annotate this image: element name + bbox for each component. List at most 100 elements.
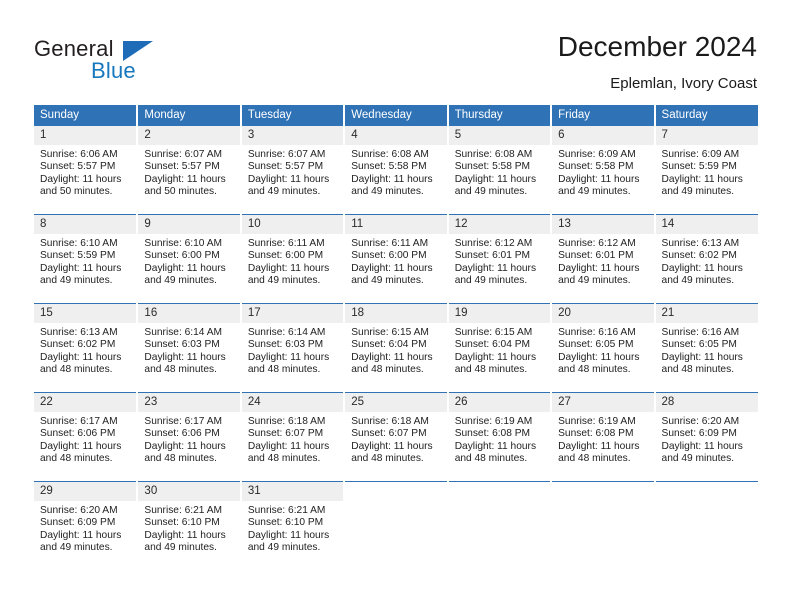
calendar-day-cell[interactable]: 25 Sunrise: 6:18 AM Sunset: 6:07 PM Dayligh…	[344, 392, 449, 482]
sunrise-text: Sunrise: 6:07 AM	[144, 149, 223, 160]
calendar-day-cell[interactable]: 1 Sunrise: 6:06 AM Sunset: 5:57 PM Daylight…	[34, 125, 139, 215]
calendar-week-row: 8 Sunrise: 6:10 AM Sunset: 5:59 PM Daylight…	[34, 214, 758, 304]
daylight-text-line2: and 48 minutes.	[144, 453, 217, 465]
sunset-text: Sunset: 6:06 PM	[144, 428, 220, 440]
calendar-day-cell[interactable]: 27 Sunrise: 6:19 AM Sunset: 6:08 PM Dayligh…	[551, 392, 656, 482]
daylight-text-line1: Daylight: 11 hours	[144, 173, 226, 185]
calendar-empty-cell	[447, 481, 553, 570]
day-details: Sunrise: 6:18 AM Sunset: 6:07 PM Daylight:…	[242, 412, 343, 466]
sunset-text: Sunset: 6:00 PM	[351, 250, 427, 262]
day-number: 4	[345, 126, 447, 145]
sunrise-text: Sunrise: 6:20 AM	[661, 416, 740, 427]
sunset-text: Sunset: 6:00 PM	[144, 250, 220, 262]
calendar-day-cell[interactable]: 6 Sunrise: 6:09 AM Sunset: 5:58 PM Daylight…	[551, 125, 656, 215]
sunrise-text: Sunrise: 6:14 AM	[247, 327, 326, 338]
daylight-text-line2: and 49 minutes.	[247, 186, 321, 198]
day-details: Sunrise: 6:07 AM Sunset: 5:57 PM Daylight:…	[242, 145, 343, 199]
daylight-text-line1: Daylight: 11 hours	[144, 529, 226, 541]
day-cell-inner: 15 Sunrise: 6:13 AM Sunset: 6:02 PM Dayligh…	[34, 304, 137, 392]
calendar-day-cell[interactable]: 23 Sunrise: 6:17 AM Sunset: 6:06 PM Dayligh…	[137, 392, 242, 482]
calendar-day-cell[interactable]: 19 Sunrise: 6:15 AM Sunset: 6:04 PM Dayligh…	[447, 303, 553, 393]
calendar-day-cell[interactable]: 16 Sunrise: 6:14 AM Sunset: 6:03 PM Dayligh…	[137, 303, 242, 393]
calendar-day-cell[interactable]: 29 Sunrise: 6:20 AM Sunset: 6:09 PM Dayligh…	[34, 481, 139, 570]
calendar-day-cell[interactable]: 17 Sunrise: 6:14 AM Sunset: 6:03 PM Dayligh…	[240, 303, 346, 393]
sunrise-text: Sunrise: 6:16 AM	[661, 327, 740, 338]
daylight-text-line1: Daylight: 11 hours	[247, 529, 330, 541]
calendar-day-cell[interactable]: 22 Sunrise: 6:17 AM Sunset: 6:06 PM Dayligh…	[34, 392, 139, 482]
daylight-text-line1: Daylight: 11 hours	[558, 351, 640, 363]
sunset-text: Sunset: 5:58 PM	[558, 161, 634, 173]
calendar-day-cell[interactable]: 9 Sunrise: 6:10 AM Sunset: 6:00 PM Daylight…	[137, 214, 242, 304]
day-details: Sunrise: 6:09 AM Sunset: 5:58 PM Daylight:…	[552, 145, 653, 199]
daylight-text-line1: Daylight: 11 hours	[661, 173, 743, 185]
daylight-text-line1: Daylight: 11 hours	[247, 262, 330, 274]
calendar-day-cell[interactable]: 20 Sunrise: 6:16 AM Sunset: 6:05 PM Dayligh…	[551, 303, 656, 393]
day-number: 15	[34, 304, 137, 323]
calendar-day-cell[interactable]: 14 Sunrise: 6:13 AM Sunset: 6:02 PM Dayligh…	[654, 214, 758, 304]
daylight-text-line2: and 49 minutes.	[661, 453, 735, 465]
daylight-text-line2: and 48 minutes.	[247, 453, 321, 465]
calendar-day-cell[interactable]: 8 Sunrise: 6:10 AM Sunset: 5:59 PM Daylight…	[34, 214, 139, 304]
sunset-text: Sunset: 5:58 PM	[351, 161, 427, 173]
daylight-text-line1: Daylight: 11 hours	[144, 440, 226, 452]
calendar-week-row: 1 Sunrise: 6:06 AM Sunset: 5:57 PM Daylight…	[34, 125, 758, 215]
calendar-day-cell[interactable]: 3 Sunrise: 6:07 AM Sunset: 5:57 PM Daylight…	[240, 125, 346, 215]
daylight-text-line1: Daylight: 11 hours	[351, 173, 433, 185]
day-details: Sunrise: 6:17 AM Sunset: 6:06 PM Daylight:…	[34, 412, 136, 466]
calendar-day-cell[interactable]: 13 Sunrise: 6:12 AM Sunset: 6:01 PM Dayligh…	[551, 214, 656, 304]
daylight-text-line2: and 48 minutes.	[661, 364, 735, 376]
weekday-header-wednesday: Wednesday	[344, 105, 449, 126]
daylight-text-line2: and 49 minutes.	[454, 275, 528, 287]
day-details: Sunrise: 6:06 AM Sunset: 5:57 PM Daylight:…	[34, 145, 136, 199]
daylight-text-line2: and 49 minutes.	[247, 542, 321, 554]
day-details: Sunrise: 6:14 AM Sunset: 6:03 PM Daylight:…	[242, 323, 343, 377]
daylight-text-line1: Daylight: 11 hours	[40, 262, 122, 274]
daylight-text-line2: and 49 minutes.	[40, 542, 113, 554]
calendar-week-row: 29 Sunrise: 6:20 AM Sunset: 6:09 PM Dayligh…	[34, 481, 758, 570]
sunset-text: Sunset: 6:02 PM	[661, 250, 737, 262]
sunrise-text: Sunrise: 6:14 AM	[144, 327, 223, 338]
weekday-header-saturday: Saturday	[654, 105, 758, 126]
day-number: 2	[138, 126, 240, 145]
day-cell-inner: 10 Sunrise: 6:11 AM Sunset: 6:00 PM Dayligh…	[241, 215, 344, 303]
calendar-day-cell[interactable]: 30 Sunrise: 6:21 AM Sunset: 6:10 PM Dayligh…	[137, 481, 242, 570]
day-number: 7	[655, 126, 758, 145]
sunrise-text: Sunrise: 6:11 AM	[351, 238, 429, 249]
calendar-day-cell[interactable]: 31 Sunrise: 6:21 AM Sunset: 6:10 PM Dayligh…	[240, 481, 346, 570]
calendar-day-cell[interactable]: 5 Sunrise: 6:08 AM Sunset: 5:58 PM Daylight…	[447, 125, 553, 215]
day-details: Sunrise: 6:07 AM Sunset: 5:57 PM Daylight:…	[138, 145, 239, 199]
daylight-text-line2: and 48 minutes.	[351, 364, 424, 376]
daylight-text-line2: and 49 minutes.	[247, 275, 321, 287]
day-number: 30	[138, 482, 240, 501]
calendar-day-cell[interactable]: 26 Sunrise: 6:19 AM Sunset: 6:08 PM Dayligh…	[447, 392, 553, 482]
sunrise-text: Sunrise: 6:21 AM	[247, 505, 326, 516]
day-details: Sunrise: 6:12 AM Sunset: 6:01 PM Daylight:…	[552, 234, 653, 288]
calendar-day-cell[interactable]: 12 Sunrise: 6:12 AM Sunset: 6:01 PM Dayligh…	[447, 214, 553, 304]
general-blue-logo[interactable]: General Blue	[34, 36, 234, 88]
sunset-text: Sunset: 5:59 PM	[661, 161, 737, 173]
day-number: 1	[34, 126, 137, 145]
sunrise-text: Sunrise: 6:08 AM	[351, 149, 429, 160]
day-cell-inner: 26 Sunrise: 6:19 AM Sunset: 6:08 PM Dayligh…	[448, 393, 551, 481]
calendar-day-cell[interactable]: 4 Sunrise: 6:08 AM Sunset: 5:58 PM Daylight…	[344, 125, 449, 215]
sunrise-text: Sunrise: 6:13 AM	[661, 238, 740, 249]
calendar-day-cell[interactable]: 2 Sunrise: 6:07 AM Sunset: 5:57 PM Daylight…	[137, 125, 242, 215]
sunset-text: Sunset: 5:57 PM	[247, 161, 324, 173]
day-details: Sunrise: 6:09 AM Sunset: 5:59 PM Daylight:…	[656, 145, 758, 199]
daylight-text-line2: and 48 minutes.	[247, 364, 321, 376]
day-cell-inner: 11 Sunrise: 6:11 AM Sunset: 6:00 PM Dayligh…	[345, 215, 447, 303]
calendar-day-cell[interactable]: 21 Sunrise: 6:16 AM Sunset: 6:05 PM Dayligh…	[654, 303, 758, 393]
page-subtitle: Eplemlan, Ivory Coast	[610, 75, 757, 92]
calendar-day-cell[interactable]: 7 Sunrise: 6:09 AM Sunset: 5:59 PM Daylight…	[654, 125, 758, 215]
daylight-text-line2: and 48 minutes.	[40, 364, 113, 376]
day-cell-inner: 19 Sunrise: 6:15 AM Sunset: 6:04 PM Dayligh…	[448, 304, 551, 392]
calendar-day-cell[interactable]: 15 Sunrise: 6:13 AM Sunset: 6:02 PM Dayligh…	[34, 303, 139, 393]
calendar-day-cell[interactable]: 11 Sunrise: 6:11 AM Sunset: 6:00 PM Dayligh…	[344, 214, 449, 304]
calendar-day-cell[interactable]: 10 Sunrise: 6:11 AM Sunset: 6:00 PM Dayligh…	[240, 214, 346, 304]
sunrise-text: Sunrise: 6:17 AM	[40, 416, 118, 427]
sunrise-text: Sunrise: 6:12 AM	[558, 238, 636, 249]
calendar-day-cell[interactable]: 28 Sunrise: 6:20 AM Sunset: 6:09 PM Dayligh…	[654, 392, 758, 482]
calendar-day-cell[interactable]: 24 Sunrise: 6:18 AM Sunset: 6:07 PM Dayligh…	[240, 392, 346, 482]
day-details: Sunrise: 6:13 AM Sunset: 6:02 PM Daylight:…	[656, 234, 758, 288]
calendar-day-cell[interactable]: 18 Sunrise: 6:15 AM Sunset: 6:04 PM Dayligh…	[344, 303, 449, 393]
